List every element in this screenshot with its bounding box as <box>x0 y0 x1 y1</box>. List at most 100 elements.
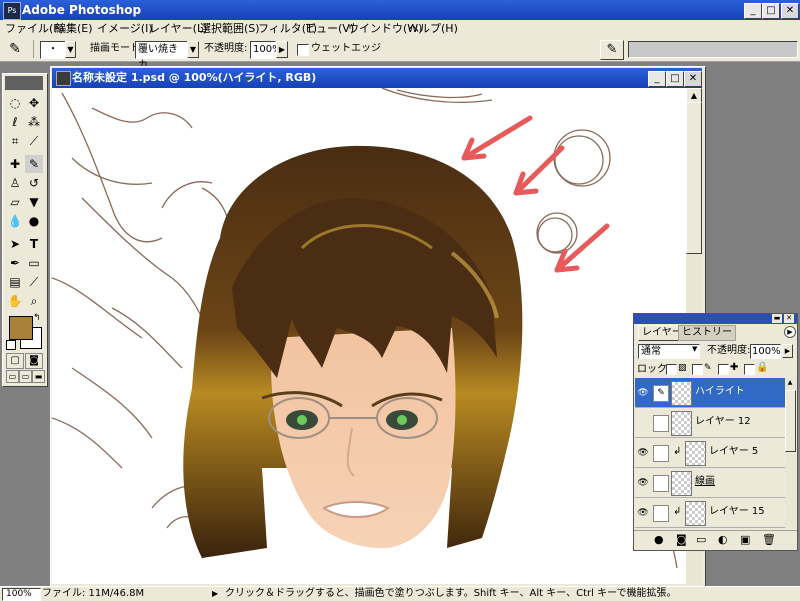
status-hint: クリック＆ドラッグすると、描画色で塗りつぶします。Shift キー、Alt キー… <box>225 588 677 599</box>
layer-row[interactable]: 👁 ↲ レイヤー 15 <box>635 498 785 528</box>
layer-row[interactable]: 👁 ↲ レイヤー 5 <box>635 438 785 468</box>
panel-close-button[interactable]: ✕ <box>784 314 794 323</box>
palette-well[interactable] <box>628 41 798 58</box>
layer-row[interactable]: 👁 ✎ ハイライト <box>635 378 785 408</box>
document-title: 名称未設定 1.psd @ 100%(ハイライト, RGB) <box>72 71 317 84</box>
link-slot[interactable] <box>653 445 669 462</box>
layers-scroll-up-icon[interactable]: ▲ <box>785 378 795 388</box>
layer-opacity-input[interactable]: 100% <box>750 344 781 359</box>
lock-position-checkbox[interactable] <box>718 364 729 375</box>
marquee-tool-icon[interactable]: ◌ <box>6 94 24 112</box>
layer-opacity-arrow-icon[interactable]: ▶ <box>782 344 793 358</box>
panel-minimize-button[interactable]: ▬ <box>772 314 782 323</box>
quick-mask-mode-icon[interactable]: ◙ <box>25 353 43 369</box>
adjustment-layer-icon[interactable]: ◐ <box>718 533 728 546</box>
options-bar: ✎ ・ ▼ 描画モード : 覆い焼きカ... ▼ 不透明度: 100% ▶ ウェ… <box>0 37 800 71</box>
lock-image-checkbox[interactable] <box>692 364 703 375</box>
layer-row[interactable]: 👁 線画 <box>635 468 785 498</box>
zoom-tool-icon[interactable]: ⌕ <box>25 292 43 310</box>
brush-tool-icon[interactable]: ✎ <box>25 155 43 173</box>
layer-name[interactable]: レイヤー 15 <box>709 505 765 519</box>
foreground-color-swatch[interactable] <box>9 316 33 340</box>
minimize-button[interactable]: _ <box>744 3 762 19</box>
layer-name[interactable]: レイヤー 12 <box>695 415 751 429</box>
lasso-tool-icon[interactable]: ℓ <box>6 113 24 131</box>
link-slot[interactable] <box>653 475 669 492</box>
zoom-level-input[interactable]: 100% <box>2 588 41 601</box>
panel-menu-arrow-icon[interactable]: ▶ <box>784 326 796 338</box>
lock-transparency-checkbox[interactable] <box>666 364 677 375</box>
image-canvas[interactable] <box>52 88 686 584</box>
eye-icon[interactable]: 👁 <box>637 507 649 519</box>
lock-all-checkbox[interactable] <box>744 364 755 375</box>
status-arrow-icon[interactable]: ▶ <box>212 587 218 601</box>
new-set-icon[interactable]: ▭ <box>696 533 706 546</box>
pen-tool-icon[interactable]: ✒ <box>6 254 24 272</box>
layers-scrollbar[interactable]: ▲ <box>785 378 796 528</box>
link-slot[interactable] <box>653 505 669 522</box>
layers-scroll-thumb[interactable] <box>785 390 796 452</box>
layer-row[interactable]: レイヤー 12 <box>635 408 785 438</box>
brush-icon[interactable]: ✎ <box>653 385 669 402</box>
opacity-slider-arrow-icon[interactable]: ▶ <box>276 41 288 58</box>
layer-mask-icon[interactable]: ◙ <box>676 533 687 546</box>
dodge-tool-icon[interactable]: ● <box>25 212 43 230</box>
brush-lock-icon: ✎ <box>704 363 712 373</box>
standard-mode-icon[interactable]: ▢ <box>6 353 24 369</box>
hand-tool-icon[interactable]: ✋ <box>6 292 24 310</box>
shape-tool-icon[interactable]: ▭ <box>25 254 43 272</box>
eye-icon[interactable]: 👁 <box>637 387 649 399</box>
document-title-bar[interactable]: 名称未設定 1.psd @ 100%(ハイライト, RGB) _ □ ✕ <box>52 68 702 88</box>
layer-name[interactable]: 線画 <box>695 475 715 489</box>
close-button[interactable]: ✕ <box>781 3 799 19</box>
palette-brush-icon[interactable]: ✎ <box>600 40 624 60</box>
layer-blend-mode-select[interactable]: 通常 <box>638 344 700 359</box>
blend-mode-select[interactable]: 覆い焼きカ... <box>135 41 189 71</box>
paint-bucket-tool-icon[interactable]: ▼ <box>25 193 43 211</box>
menu-help[interactable]: ヘルプ(H) <box>405 20 461 37</box>
brush-tool-preset-icon[interactable]: ✎ <box>4 40 26 58</box>
clone-stamp-tool-icon[interactable]: ♙ <box>6 174 24 192</box>
chevron-down-icon[interactable]: ▼ <box>187 41 199 58</box>
opacity-input[interactable]: 100% <box>250 41 282 59</box>
eyedropper-tool-icon[interactable]: ⟋ <box>25 273 43 291</box>
blur-tool-icon[interactable]: 💧 <box>6 212 24 230</box>
eraser-tool-icon[interactable]: ▱ <box>6 193 24 211</box>
brush-size-picker[interactable]: ・ <box>40 41 66 59</box>
tab-history[interactable]: ヒストリー <box>678 325 736 341</box>
screen-mode-standard-icon[interactable]: ▭ <box>6 370 19 383</box>
wet-edges-checkbox[interactable] <box>297 44 309 56</box>
layer-name[interactable]: ハイライト <box>695 385 745 399</box>
doc-minimize-button[interactable]: _ <box>648 71 666 87</box>
magic-wand-tool-icon[interactable]: ⁂ <box>25 113 43 131</box>
history-brush-tool-icon[interactable]: ↺ <box>25 174 43 192</box>
new-layer-icon[interactable]: ▣ <box>740 533 750 546</box>
screen-mode-full-menu-icon[interactable]: ▭ <box>19 370 32 383</box>
type-tool-icon[interactable]: T <box>25 235 43 253</box>
screen-mode-full-icon[interactable]: ▬ <box>32 370 45 383</box>
brush-picker-arrow-icon[interactable]: ▼ <box>65 41 76 58</box>
default-colors-icon[interactable] <box>6 340 16 350</box>
link-slot[interactable] <box>653 415 669 432</box>
maximize-button[interactable]: □ <box>762 3 780 19</box>
doc-close-button[interactable]: ✕ <box>684 71 702 87</box>
menu-edit[interactable]: 編集(E) <box>52 20 96 37</box>
eye-icon[interactable]: 👁 <box>637 447 649 459</box>
menu-select[interactable]: 選択範囲(S) <box>197 20 263 37</box>
trash-icon[interactable]: 🗑 <box>762 533 776 546</box>
panel-title-bar[interactable]: ▬ ✕ <box>634 314 797 324</box>
move-tool-icon[interactable]: ✥ <box>25 94 43 112</box>
doc-maximize-button[interactable]: □ <box>666 71 684 87</box>
crop-tool-icon[interactable]: ⌗ <box>6 132 24 150</box>
layer-style-icon[interactable]: ● <box>654 533 664 546</box>
slice-tool-icon[interactable]: ⟋ <box>25 132 43 150</box>
scroll-thumb[interactable] <box>686 102 702 254</box>
layer-name[interactable]: レイヤー 5 <box>709 445 758 459</box>
eye-icon[interactable]: 👁 <box>637 477 649 489</box>
eye-hidden-slot[interactable] <box>637 417 649 429</box>
blend-dropdown-chevron-icon[interactable]: ▼ <box>692 345 697 353</box>
swap-colors-icon[interactable]: ↰ <box>33 313 41 323</box>
healing-brush-tool-icon[interactable]: ✚ <box>6 155 24 173</box>
notes-tool-icon[interactable]: ▤ <box>6 273 24 291</box>
path-selection-tool-icon[interactable]: ➤ <box>6 235 24 253</box>
